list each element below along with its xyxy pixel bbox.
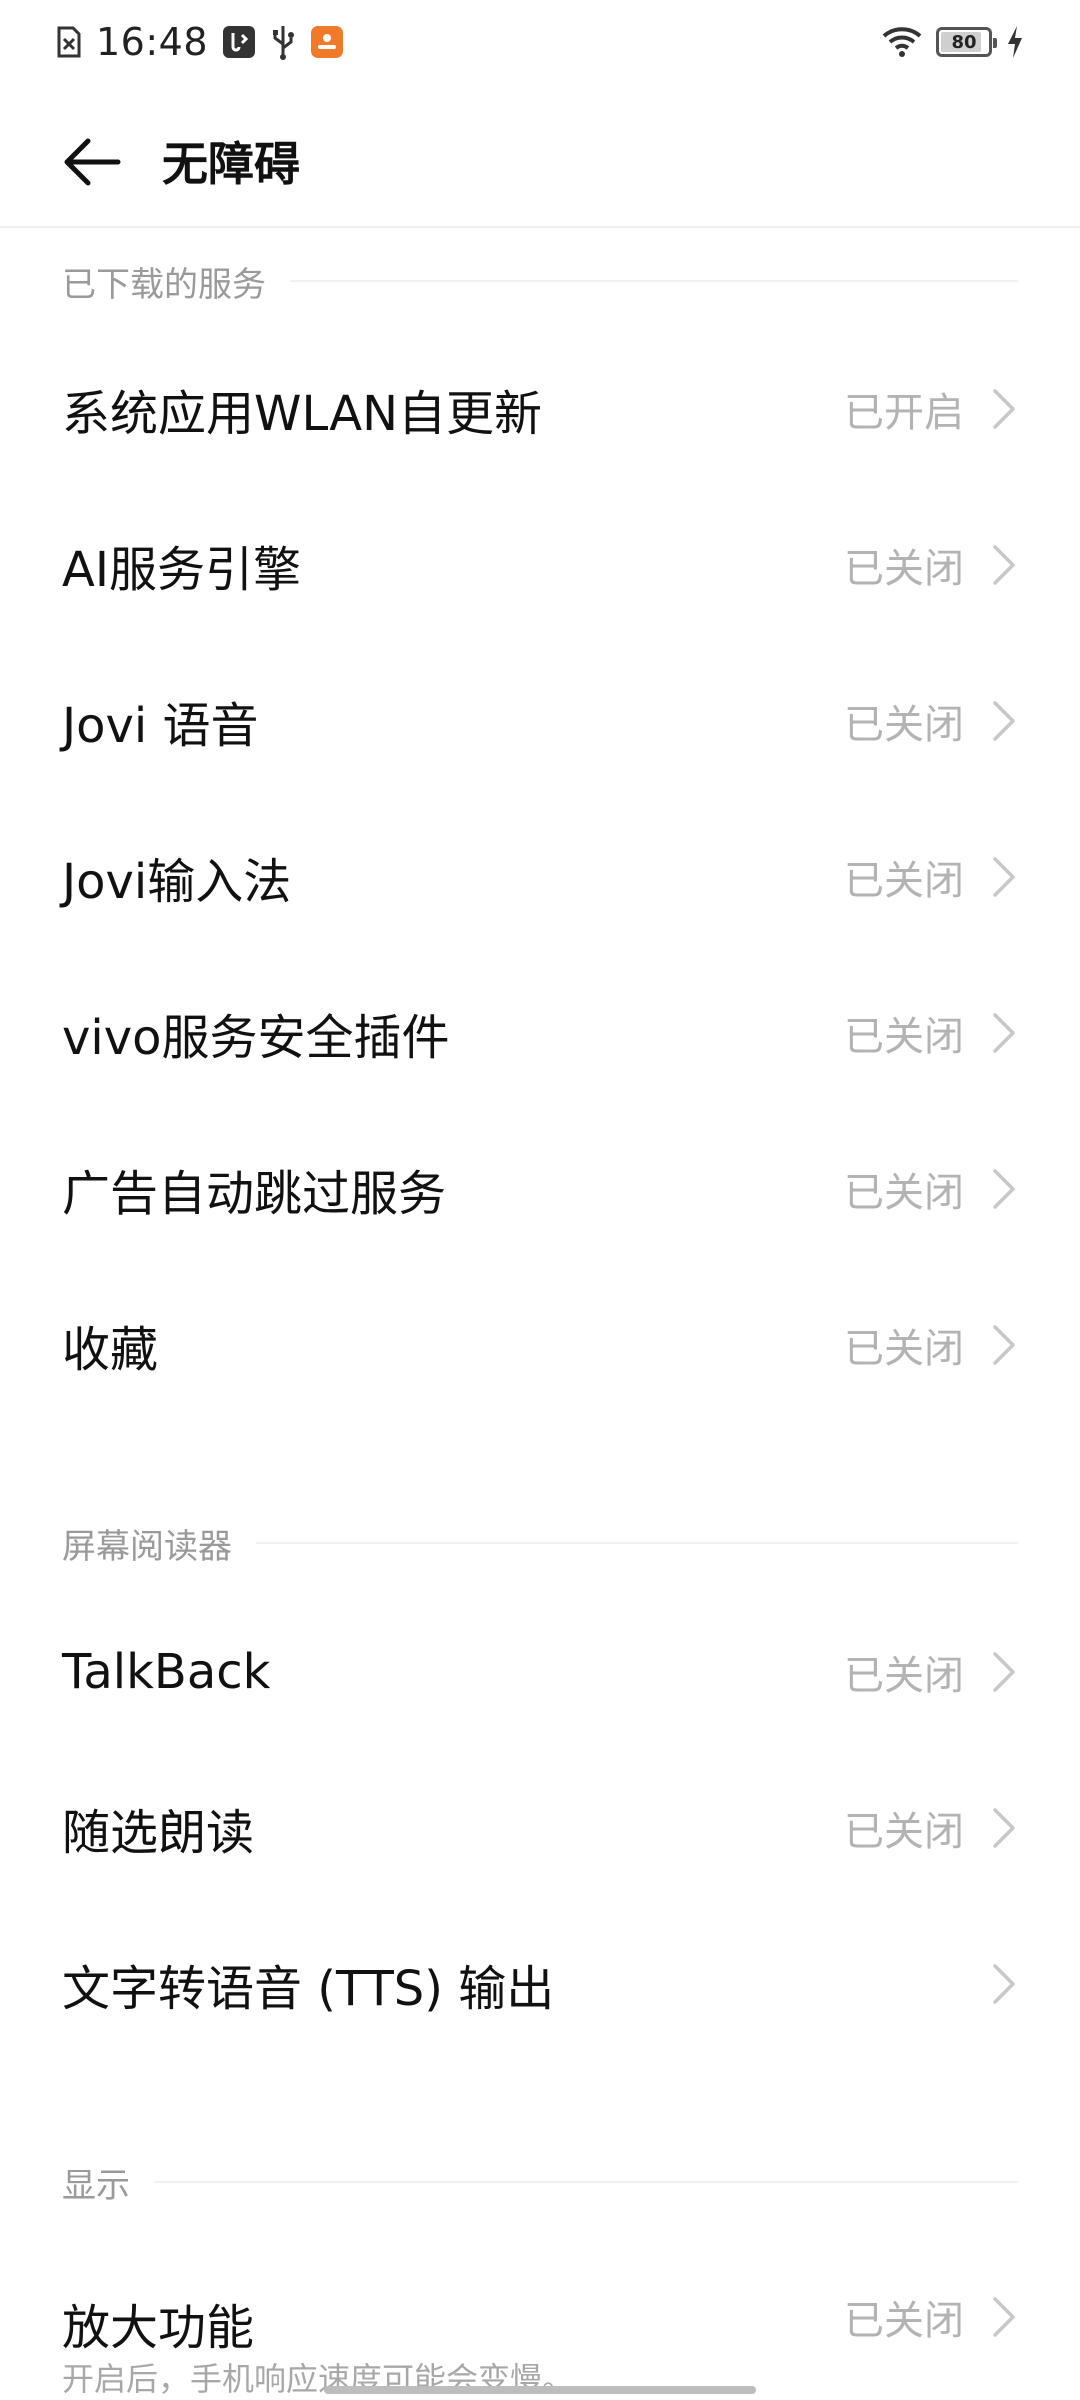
list-item-status: 已关闭 bbox=[844, 1014, 964, 1060]
list-item-label: AI服务引擎 bbox=[62, 542, 301, 598]
list-item-favorites[interactable]: 收藏 已关闭 bbox=[0, 1267, 1080, 1423]
chevron-right-icon bbox=[990, 1167, 1018, 1211]
screen: 16:48 80 无障碍 已下载的服务 系统应用WLAN自更新 已开启 AI服务… bbox=[0, 0, 1080, 2400]
list-item-magnification[interactable]: 放大功能 开启后，手机响应速度可能会变慢。 已关闭 bbox=[0, 2232, 1080, 2400]
back-arrow-icon bbox=[64, 138, 121, 186]
list-item-jovi-voice[interactable]: Jovi 语音 已关闭 bbox=[0, 643, 1080, 799]
section-header-downloaded-services: 已下载的服务 bbox=[62, 256, 1018, 306]
list-item-status: 已关闭 bbox=[844, 858, 964, 904]
section-divider bbox=[256, 1542, 1018, 1544]
wifi-icon bbox=[882, 26, 922, 58]
section-header-screen-reader: 屏幕阅读器 bbox=[62, 1518, 1018, 1568]
charging-icon bbox=[1006, 25, 1024, 59]
list-item-ai-service-engine[interactable]: AI服务引擎 已关闭 bbox=[0, 487, 1080, 643]
chevron-right-icon bbox=[990, 1011, 1018, 1055]
list-item-status: 已关闭 bbox=[844, 1326, 964, 1372]
status-bar-right: 80 bbox=[882, 20, 1024, 64]
section-divider bbox=[154, 2181, 1018, 2183]
sim-off-icon bbox=[56, 25, 82, 59]
list-item-talkback[interactable]: TalkBack 已关闭 bbox=[0, 1594, 1080, 1750]
list-item-status: 已关闭 bbox=[844, 1809, 964, 1855]
list-item-label: 随选朗读 bbox=[62, 1805, 255, 1861]
battery-level: 80 bbox=[951, 31, 977, 53]
chevron-right-icon bbox=[990, 387, 1018, 431]
list-item-label: 放大功能 bbox=[62, 2300, 255, 2356]
chevron-right-icon bbox=[990, 1323, 1018, 1367]
app-bar: 无障碍 bbox=[0, 84, 1080, 228]
chevron-right-icon bbox=[990, 2295, 1018, 2339]
list-item-label: 广告自动跳过服务 bbox=[62, 1166, 447, 1222]
list-item-status: 已关闭 bbox=[844, 702, 964, 748]
section-divider bbox=[290, 280, 1018, 282]
list-item-status: 已开启 bbox=[844, 390, 964, 436]
chevron-right-icon bbox=[990, 1962, 1018, 2006]
back-button[interactable] bbox=[56, 126, 128, 198]
list-item-jovi-input[interactable]: Jovi输入法 已关闭 bbox=[0, 799, 1080, 955]
list-item-label: TalkBack bbox=[62, 1644, 271, 1700]
status-bar-left: 16:48 bbox=[56, 20, 344, 64]
list-item-wlan-self-update[interactable]: 系统应用WLAN自更新 已开启 bbox=[0, 331, 1080, 487]
list-item-status: 已关闭 bbox=[844, 1653, 964, 1699]
list-item-label: 系统应用WLAN自更新 bbox=[62, 386, 543, 442]
list-item-ad-skip-service[interactable]: 广告自动跳过服务 已关闭 bbox=[0, 1111, 1080, 1267]
status-time: 16:48 bbox=[96, 20, 209, 64]
status-bar: 16:48 80 bbox=[0, 0, 1080, 84]
chevron-right-icon bbox=[990, 543, 1018, 587]
list-item-label: vivo服务安全插件 bbox=[62, 1010, 450, 1066]
section-title: 显示 bbox=[62, 2165, 130, 2206]
page-title: 无障碍 bbox=[162, 137, 300, 191]
chevron-right-icon bbox=[990, 855, 1018, 899]
section-title: 已下载的服务 bbox=[62, 264, 266, 305]
usb-debug-icon bbox=[222, 25, 256, 59]
list-item-status: 已关闭 bbox=[844, 1170, 964, 1216]
list-item-label: Jovi 语音 bbox=[62, 698, 259, 754]
usb-icon bbox=[270, 24, 296, 60]
list-item-select-to-speak[interactable]: 随选朗读 已关闭 bbox=[0, 1750, 1080, 1906]
chevron-right-icon bbox=[990, 1650, 1018, 1694]
list-item-vivo-security-plugin[interactable]: vivo服务安全插件 已关闭 bbox=[0, 955, 1080, 1111]
chevron-right-icon bbox=[990, 699, 1018, 743]
list-item-label: 收藏 bbox=[62, 1322, 159, 1378]
list-item-label: 文字转语音 (TTS) 输出 bbox=[62, 1961, 555, 2017]
home-indicator[interactable] bbox=[324, 2386, 756, 2394]
battery-icon: 80 bbox=[936, 27, 997, 57]
section-title: 屏幕阅读器 bbox=[62, 1526, 232, 1567]
chevron-right-icon bbox=[990, 1806, 1018, 1850]
list-item-tts-output[interactable]: 文字转语音 (TTS) 输出 bbox=[0, 1906, 1080, 2062]
section-header-display: 显示 bbox=[62, 2157, 1018, 2207]
list-item-status: 已关闭 bbox=[844, 546, 964, 592]
notification-app-icon bbox=[310, 25, 344, 59]
list-item-label: Jovi输入法 bbox=[62, 854, 292, 910]
list-item-status: 已关闭 bbox=[844, 2298, 964, 2344]
